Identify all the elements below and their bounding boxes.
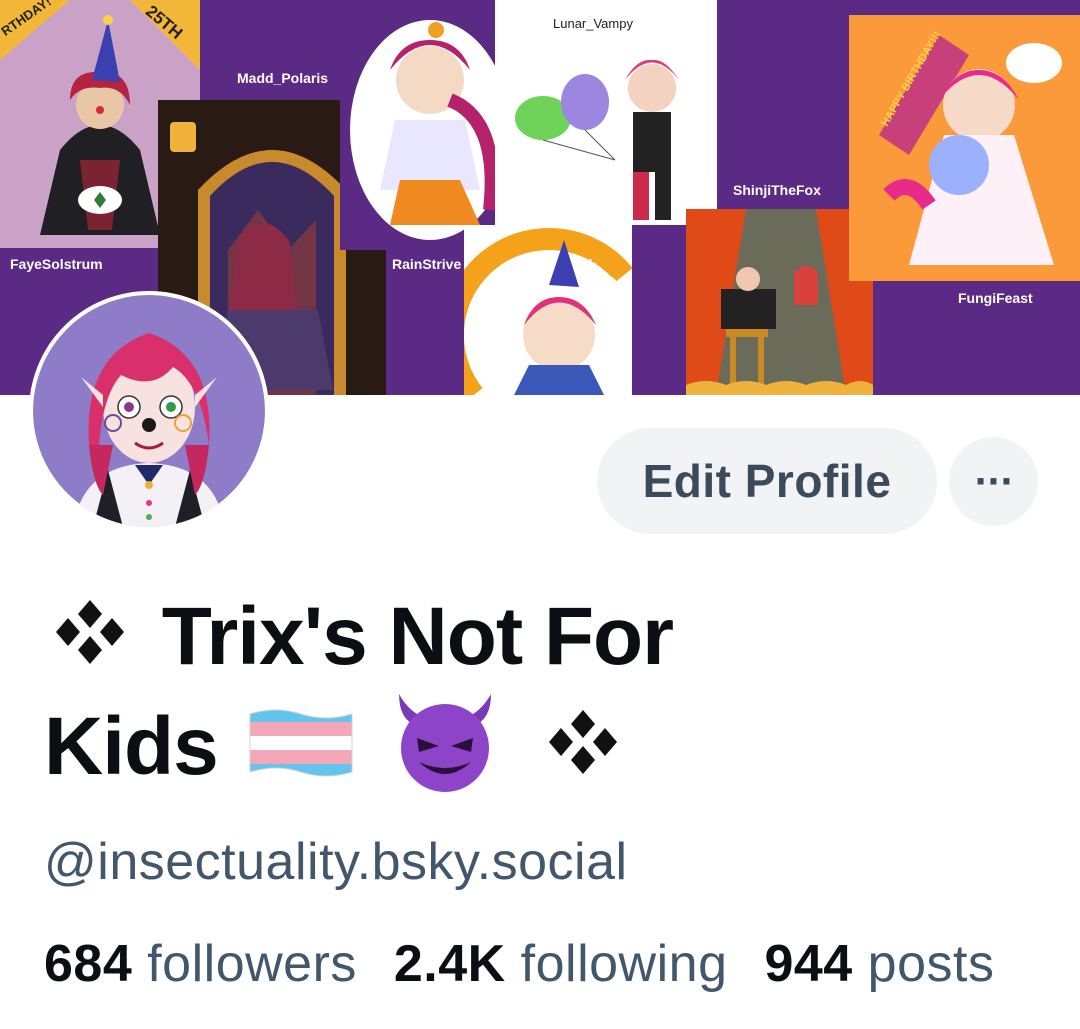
artist-label-rainstrive: RainStrive (392, 256, 462, 272)
display-name-line-1: Trix's Not For (44, 584, 944, 690)
banner-art-strip (632, 225, 687, 395)
following-label: following (520, 935, 728, 993)
happy-birthday-illustration: HAPPY BIRTHDAY!!! (879, 29, 1062, 265)
following-count: 2.4K (393, 935, 506, 993)
banner-art-lunar-vampy: Lunar_Vampy (495, 0, 717, 225)
posts-count: 944 (764, 935, 853, 993)
banner-art-chibi: HAPPY BIRTHDAY (464, 225, 632, 395)
profile-stats: 684 followers 2.4K following 944 posts (44, 934, 1080, 994)
more-options-label: ··· (974, 461, 1013, 502)
chibi-illustration: HAPPY BIRTHDAY (464, 228, 632, 395)
artist-label-fungifeast: FungiFeast (958, 290, 1033, 306)
followers-label: followers (147, 935, 357, 993)
display-name-line-2: Kids (44, 690, 944, 800)
display-name: Trix's Not For Kids (44, 584, 944, 800)
profile-handle: @insectuality.bsky.social (44, 833, 628, 891)
followers-count: 684 (44, 935, 133, 993)
pixel-theater-illustration (686, 209, 873, 395)
display-name-text-1: Trix's Not For (161, 591, 674, 682)
edit-profile-button[interactable]: Edit Profile (597, 428, 937, 534)
more-options-button[interactable]: ··· (949, 437, 1038, 526)
artist-label-fayesolstrum: FayeSolstrum (10, 256, 103, 272)
artist-label-madd-polaris: Madd_Polaris (237, 70, 329, 86)
posts-label: posts (867, 935, 995, 993)
profile-avatar[interactable] (29, 291, 269, 531)
clown-sticker-illustration (350, 20, 495, 240)
artist-label-shinjithefox: ShinjiTheFox (733, 182, 821, 198)
balloons-illustration (515, 59, 679, 220)
four-diamond-sparkle-icon (549, 710, 618, 774)
followers-stat[interactable]: 684 followers (44, 935, 379, 993)
transgender-flag-icon (249, 709, 352, 777)
smiling-devil-icon (399, 694, 492, 792)
banner-art-fungifeast: HAPPY BIRTHDAY!!! (849, 15, 1080, 281)
following-stat[interactable]: 2.4K following (394, 935, 750, 993)
banner-text-birthday-2: BIRTHDAY (474, 304, 508, 366)
artist-label-lunar-vampy: Lunar_Vampy (553, 16, 633, 31)
posts-stat[interactable]: 944 posts (764, 935, 1016, 993)
display-name-text-2: Kids (44, 701, 219, 792)
banner-art-shinjithefox (686, 209, 873, 395)
avatar-illustration (33, 295, 265, 527)
four-diamond-sparkle-icon (56, 600, 124, 664)
banner-art-rainstrive (340, 0, 495, 250)
